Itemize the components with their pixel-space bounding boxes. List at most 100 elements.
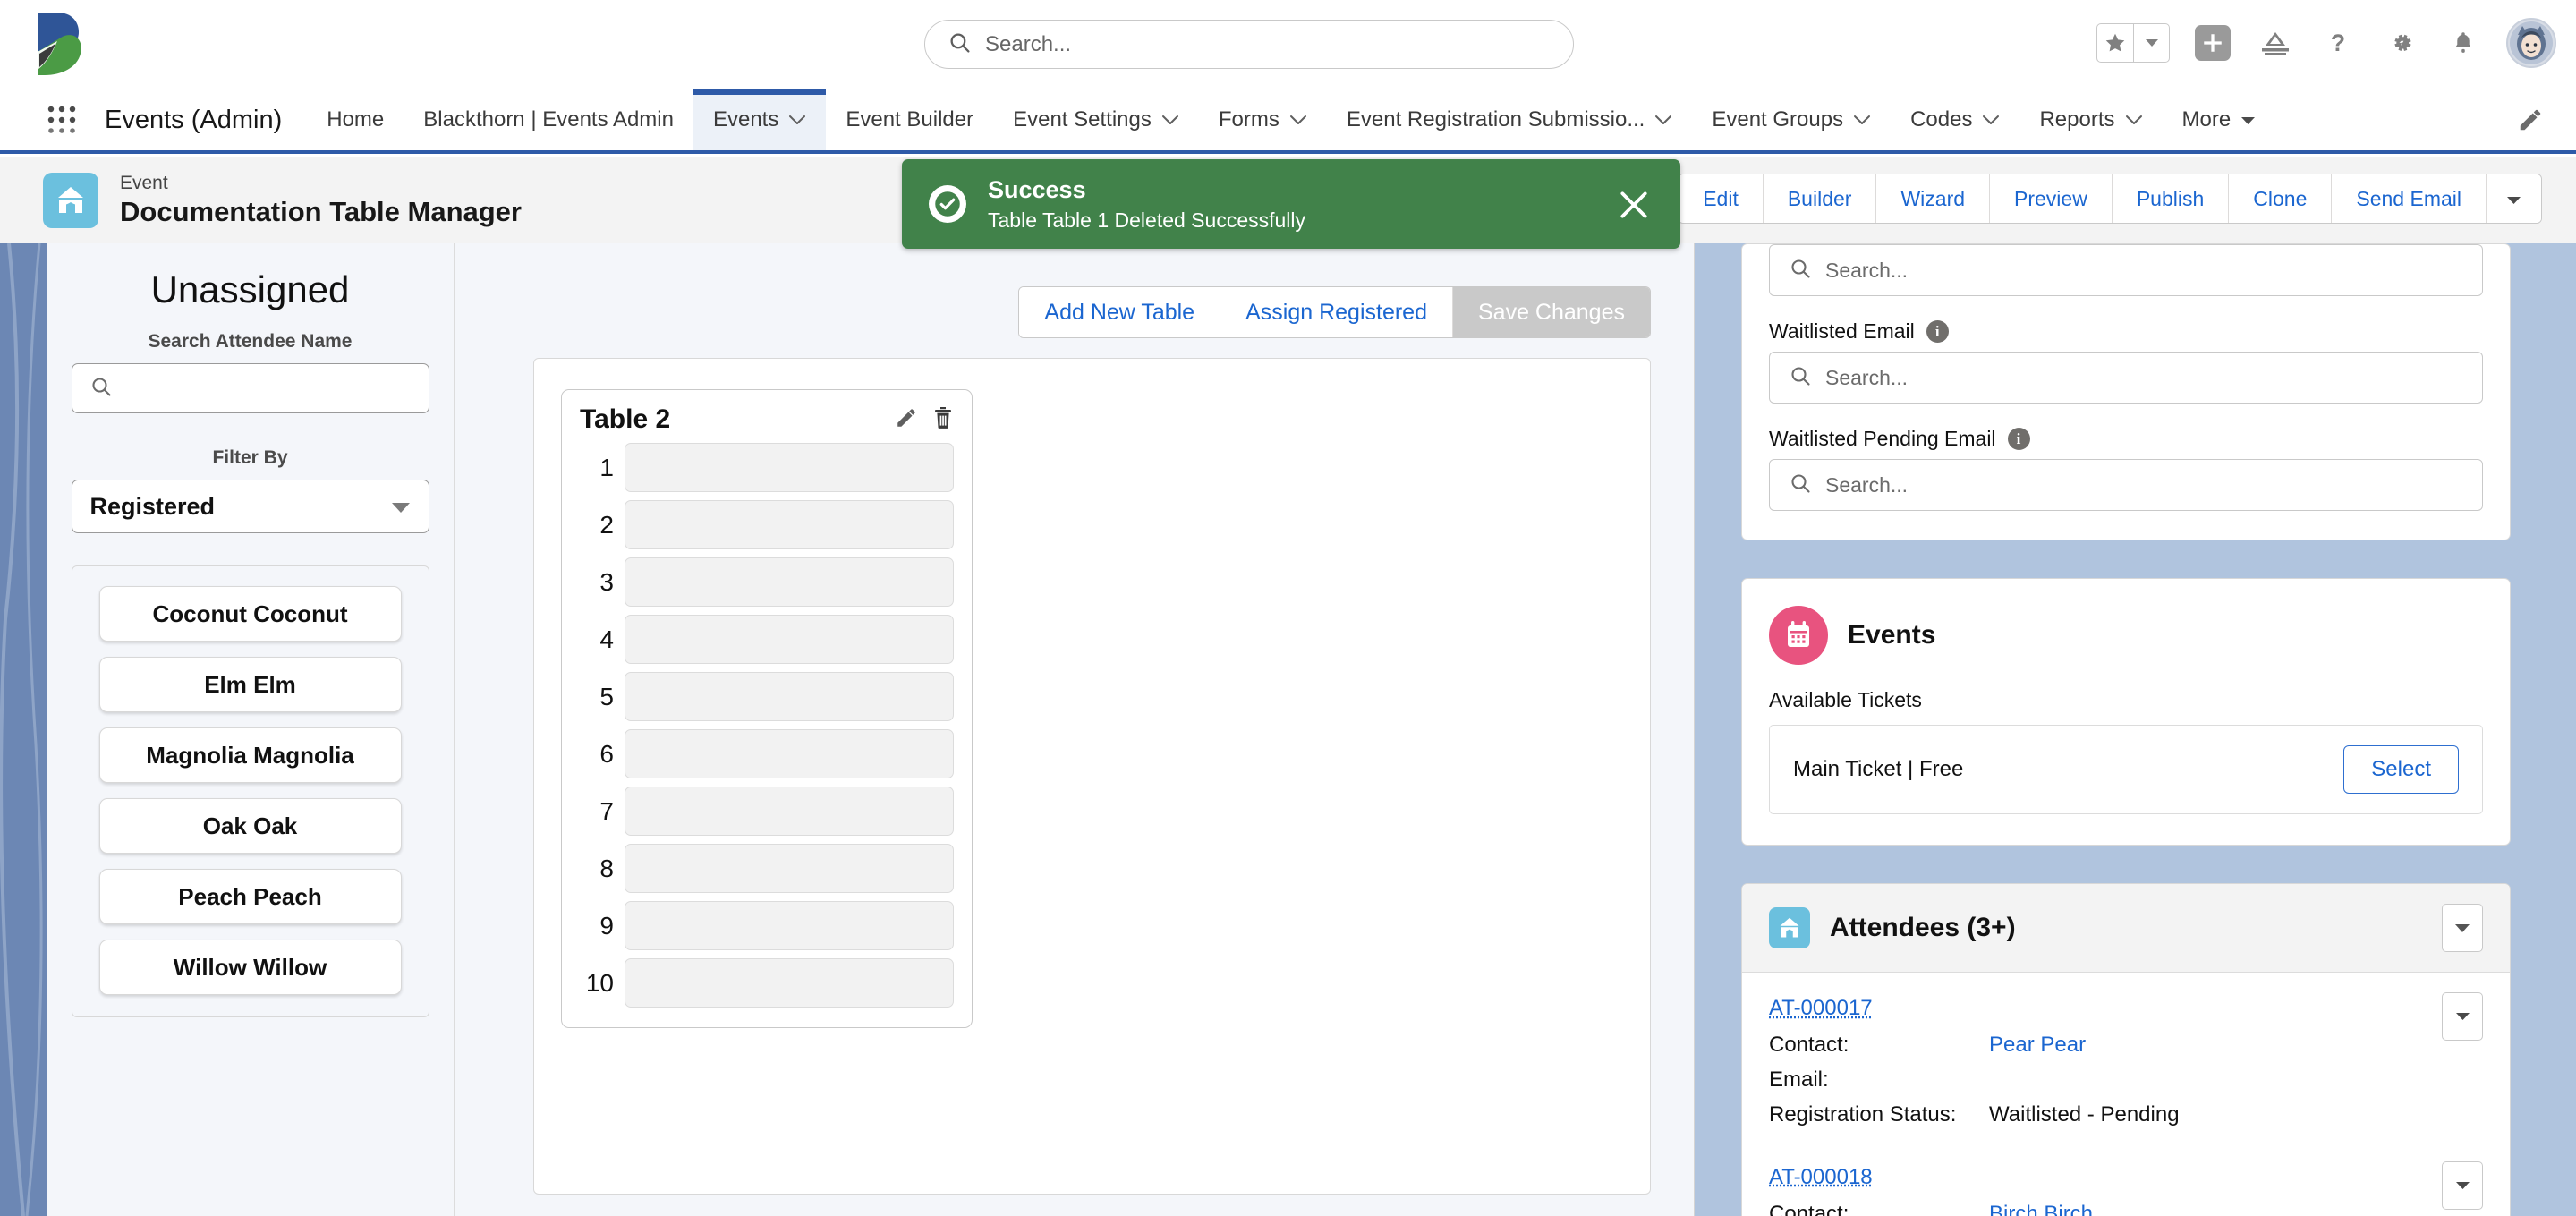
nav-edit-pencil-icon[interactable] bbox=[2485, 89, 2576, 150]
unassigned-attendee-card[interactable]: Elm Elm bbox=[98, 657, 402, 712]
page-body: Unassigned Search Attendee Name Filter B… bbox=[0, 243, 2576, 1216]
nav-item-event-groups[interactable]: Event Groups bbox=[1692, 89, 1891, 150]
nav-item-event-builder[interactable]: Event Builder bbox=[826, 89, 993, 150]
seat-slot[interactable] bbox=[625, 500, 954, 549]
attendee-record-menu-button[interactable] bbox=[2442, 1161, 2483, 1210]
lookup-input[interactable]: Search... bbox=[1769, 459, 2483, 511]
unassigned-attendee-card[interactable]: Magnolia Magnolia bbox=[98, 727, 402, 783]
table-canvas: Table 2 1 2 3 4 5 6 7 8 9 10 bbox=[533, 358, 1651, 1195]
seat-slot[interactable] bbox=[625, 787, 954, 836]
svg-text:?: ? bbox=[2331, 30, 2345, 56]
nav-item-forms[interactable]: Forms bbox=[1199, 89, 1327, 150]
chevron-down-icon[interactable] bbox=[1161, 107, 1179, 132]
search-placeholder: Search... bbox=[985, 31, 1072, 56]
chevron-down-icon[interactable] bbox=[788, 107, 806, 132]
setup-gear-icon[interactable] bbox=[2381, 23, 2420, 63]
nav-item-event-registration-submissio[interactable]: Event Registration Submissio... bbox=[1327, 89, 1692, 150]
preview-button[interactable]: Preview bbox=[1989, 174, 2112, 223]
attendee-field-value[interactable]: Pear Pear bbox=[1989, 1028, 2086, 1063]
nav-item-codes[interactable]: Codes bbox=[1891, 89, 2019, 150]
chevron-down-icon[interactable] bbox=[1982, 107, 2000, 132]
nav-item-event-settings[interactable]: Event Settings bbox=[993, 89, 1199, 150]
builder-button[interactable]: Builder bbox=[1762, 174, 1876, 223]
filter-by-select[interactable]: Registered bbox=[71, 480, 429, 533]
lookup-field: Waitlisted Email i Search... bbox=[1769, 319, 2483, 404]
edit-button[interactable]: Edit bbox=[1679, 174, 1763, 223]
seat-slot[interactable] bbox=[625, 844, 954, 893]
seat-number: 7 bbox=[599, 796, 614, 825]
chevron-down-icon[interactable] bbox=[1289, 107, 1307, 132]
nav-item-reports[interactable]: Reports bbox=[2019, 89, 2162, 150]
app-launcher-icon[interactable] bbox=[40, 89, 83, 150]
lookup-input[interactable]: Search... bbox=[1769, 352, 2483, 404]
help-icon[interactable]: ? bbox=[2318, 23, 2358, 63]
attendee-field-label: Contact: bbox=[1769, 1201, 1849, 1216]
send-email-button[interactable]: Send Email bbox=[2331, 174, 2486, 223]
nav-item-label: Event Settings bbox=[1013, 107, 1152, 132]
seat-slot[interactable] bbox=[625, 672, 954, 721]
seat-slot[interactable] bbox=[625, 443, 954, 492]
nav-item-label: Events bbox=[712, 107, 779, 132]
field-label: Waitlisted Email i bbox=[1769, 319, 2483, 344]
chevron-down-icon[interactable] bbox=[1853, 107, 1871, 132]
attendee-record-menu-button[interactable] bbox=[2442, 992, 2483, 1041]
delete-trash-icon[interactable] bbox=[932, 406, 954, 434]
search-attendee-input[interactable] bbox=[71, 363, 429, 413]
publish-button[interactable]: Publish bbox=[2111, 174, 2229, 223]
attendee-record-link[interactable]: AT-000017 bbox=[1769, 996, 1873, 1021]
lookup-input[interactable]: Search... bbox=[1769, 244, 2483, 296]
attendee-record-link[interactable]: AT-000018 bbox=[1769, 1165, 1873, 1190]
notifications-bell-icon[interactable] bbox=[2444, 23, 2483, 63]
edit-pencil-icon[interactable] bbox=[895, 406, 918, 434]
seat-slot[interactable] bbox=[625, 901, 954, 950]
clone-button[interactable]: Clone bbox=[2228, 174, 2332, 223]
chevron-down-icon[interactable] bbox=[1654, 107, 1672, 132]
success-toast: Success Table Table 1 Deleted Successful… bbox=[902, 159, 1680, 249]
info-icon[interactable]: i bbox=[1926, 320, 1949, 343]
favorites-star-icon[interactable] bbox=[2097, 24, 2133, 62]
event-object-icon bbox=[43, 173, 98, 228]
triangle-down-icon[interactable] bbox=[2240, 107, 2256, 132]
attendee-field-label: Email: bbox=[1769, 1067, 1829, 1092]
search-attendee-label: Search Attendee Name bbox=[148, 331, 353, 352]
unassigned-attendee-card[interactable]: Willow Willow bbox=[98, 940, 402, 995]
attendee-field-value[interactable]: Birch Birch bbox=[1989, 1197, 2093, 1216]
blackthorn-logo[interactable] bbox=[34, 11, 88, 77]
record-actions-more-button[interactable] bbox=[2486, 174, 2541, 223]
avatar[interactable] bbox=[2506, 18, 2556, 68]
nav-item-events[interactable]: Events bbox=[693, 89, 827, 150]
nav-item-blackthorn-events-admin[interactable]: Blackthorn | Events Admin bbox=[404, 89, 693, 150]
attendee-field-row: Contact: Birch Birch bbox=[1769, 1197, 2483, 1216]
unassigned-attendee-card[interactable]: Oak Oak bbox=[98, 798, 402, 854]
global-header: Search... ? bbox=[0, 0, 2576, 89]
table-card-header: Table 2 bbox=[580, 404, 954, 435]
seat-slot[interactable] bbox=[625, 615, 954, 664]
add-icon[interactable] bbox=[2193, 23, 2232, 63]
events-panel-header: Events bbox=[1742, 579, 2510, 665]
nav-item-home[interactable]: Home bbox=[307, 89, 404, 150]
unassigned-attendee-card[interactable]: Peach Peach bbox=[98, 869, 402, 924]
search-input[interactable]: Search... bbox=[924, 20, 1574, 69]
seat-slot[interactable] bbox=[625, 557, 954, 607]
add-new-table-button[interactable]: Add New Table bbox=[1019, 287, 1220, 337]
wizard-button[interactable]: Wizard bbox=[1875, 174, 1990, 223]
trailhead-icon[interactable] bbox=[2256, 23, 2295, 63]
seat-slot[interactable] bbox=[625, 729, 954, 778]
select-ticket-button[interactable]: Select bbox=[2343, 745, 2459, 794]
assign-registered-button[interactable]: Assign Registered bbox=[1220, 287, 1452, 337]
table-seat-row: 8 bbox=[580, 844, 954, 893]
info-icon[interactable]: i bbox=[2007, 428, 2030, 450]
app-navigation-bar: Events (Admin) Home Blackthorn | Events A… bbox=[0, 89, 2576, 154]
salesforce-app: Search... ? Events (Admin) Home Blacktho… bbox=[0, 0, 2576, 1216]
unassigned-attendee-card[interactable]: Coconut Coconut bbox=[98, 586, 402, 642]
seat-slot[interactable] bbox=[625, 958, 954, 1008]
seat-number: 10 bbox=[585, 968, 614, 997]
nav-item-more[interactable]: More bbox=[2163, 89, 2276, 150]
favorites-group[interactable] bbox=[2096, 23, 2170, 63]
close-icon[interactable] bbox=[1616, 188, 1652, 224]
attendees-panel-menu-button[interactable] bbox=[2442, 904, 2483, 952]
chevron-down-icon[interactable] bbox=[2125, 107, 2143, 132]
favorites-dropdown-icon[interactable] bbox=[2133, 24, 2169, 62]
app-name-label: Events (Admin) bbox=[105, 105, 283, 134]
seat-number: 9 bbox=[599, 911, 614, 940]
